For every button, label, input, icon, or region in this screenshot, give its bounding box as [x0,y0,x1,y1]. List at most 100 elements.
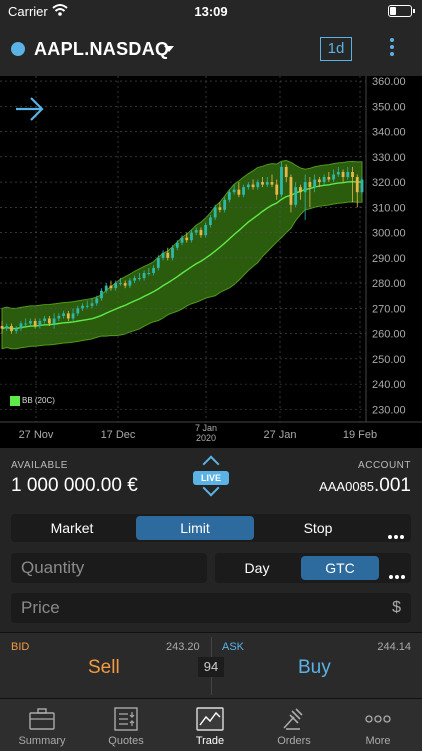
candle-body [322,177,326,183]
candle-body [246,184,250,188]
y-tick-label: 320.00 [372,177,406,189]
gavel-icon [283,708,303,730]
quotes-list-icon [114,707,138,731]
y-tick-label: 230.00 [372,404,406,416]
order-type-stop[interactable]: Stop [257,516,379,540]
tab-label: More [365,735,391,747]
candle-body [0,326,4,329]
sell-button[interactable]: Sell [88,657,120,679]
clock: 13:09 [194,4,228,19]
x-tick-label: 27 Nov [19,429,54,441]
candle-body [142,272,146,279]
account-id: AAA0085 [319,479,375,494]
more-dots-icon [365,715,391,723]
candle-body [114,283,118,289]
instrument-selector[interactable]: AAPL.NASDAQ [34,39,169,60]
y-tick-label: 300.00 [372,228,406,240]
y-tick-label: 290.00 [372,253,406,265]
y-tick-label: 340.00 [372,127,406,139]
bid-label: BID [11,641,30,653]
candle-body [14,328,18,332]
tif-gtc[interactable]: GTC [301,556,379,580]
candle-body [289,177,293,205]
tab-summary[interactable]: Summary [0,699,84,751]
candle-body [171,247,174,258]
order-type-market[interactable]: Market [11,516,133,540]
x-tick-label: 27 Jan [263,429,296,441]
candle-body [223,199,227,210]
candle-body [218,207,222,210]
price-input[interactable] [21,598,361,618]
tab-more[interactable]: More [336,699,420,751]
tab-bar: Summary Quotes Trade Orders More [0,698,422,751]
more-order-types-icon[interactable] [388,526,408,539]
candle-body [166,252,170,258]
quantity-input[interactable] [21,558,201,578]
candle-body [242,187,245,195]
candle-body [137,278,141,280]
candle-body [360,179,364,193]
indicator-legend: BB (20C) [10,396,55,406]
candle-body [95,298,99,304]
candle-body [336,171,340,175]
candle-body [180,237,184,243]
y-tick-label: 280.00 [372,278,406,290]
live-toggle[interactable]: LIVE [193,455,229,498]
candle-body [261,182,264,185]
candle-body [227,192,231,200]
candle-body [284,166,288,178]
candle-body [123,283,127,286]
candle-body [341,171,345,178]
candle-body [204,225,208,236]
currency-label: $ [392,599,401,616]
candle-body [313,179,317,188]
candle-body [19,323,23,329]
trade-panel: BID 243.20 Sell 94 ASK 244.14 Buy [0,632,422,699]
candle-body [100,290,103,299]
buy-button[interactable]: Buy [298,657,331,679]
briefcase-icon [29,708,55,730]
candle-body [351,171,354,178]
quantity-field[interactable] [11,553,207,583]
account-selector[interactable]: AAA0085.001 [319,475,411,497]
candle-body [175,242,179,248]
candle-body [355,177,359,193]
tab-quotes[interactable]: Quotes [84,699,168,751]
tab-trade[interactable]: Trade [168,699,252,751]
account-panel: AVAILABLE 1 000 000.00 € LIVE ACCOUNT AA… [0,448,422,508]
timeframe-button[interactable]: 1d [320,37,352,61]
candle-body [57,315,61,319]
tif-day[interactable]: Day [217,556,297,580]
price-field[interactable]: $ [11,593,411,623]
chevron-down-icon[interactable] [164,46,174,52]
candle-body [209,217,212,226]
candle-body [299,187,302,193]
tab-orders[interactable]: Orders [252,699,336,751]
x-tick-label-year: 2020 [196,433,216,443]
candle-body [346,171,350,178]
y-tick-label: 350.00 [372,101,406,113]
candle-body [52,318,56,324]
candle-body [62,313,65,316]
price-chart[interactable]: 360.00 350.00 340.00 330.00 320.00 310.00 300.… [0,76,422,448]
candle-body [81,305,84,309]
chevron-up-icon [202,455,220,473]
y-tick-label: 310.00 [372,202,406,214]
more-tif-icon[interactable] [389,566,409,579]
candle-body [71,313,75,319]
candle-body [10,326,13,332]
candle-body [251,184,255,188]
arrow-right-icon[interactable] [14,94,46,124]
candle-body [43,318,47,321]
candle-body [47,318,51,324]
available-label: AVAILABLE [11,460,68,471]
order-type-limit[interactable]: Limit [136,516,254,540]
candle-body [275,184,279,195]
available-value: 1 000 000.00 € [11,475,138,496]
candle-body [24,323,28,325]
candle-body [327,177,331,180]
candle-body [152,267,155,273]
kebab-menu-icon[interactable] [384,36,400,62]
candle-body [128,280,132,286]
candle-body [133,278,137,281]
